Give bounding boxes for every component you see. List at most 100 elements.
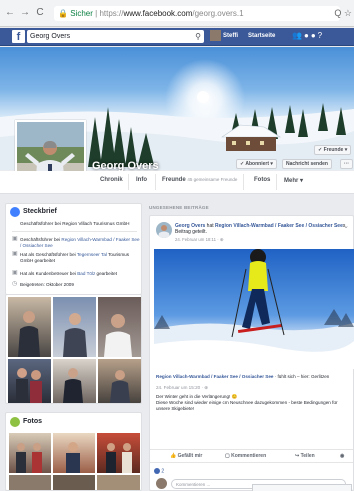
chat-bar[interactable] xyxy=(252,484,352,491)
search-icon[interactable]: ⚲ xyxy=(195,30,201,43)
joined-text: Beigetreten: Oktober 2009 xyxy=(20,282,74,287)
like-count-icon xyxy=(154,468,160,474)
featured-photo[interactable] xyxy=(8,297,51,357)
photo-thumbnail[interactable] xyxy=(53,433,95,473)
send-message-button[interactable]: Nachricht senden xyxy=(282,159,332,169)
shared-post-image[interactable] xyxy=(154,249,354,369)
post-actions: 👍 Gefällt mir ▢ Kommentieren ↪ Teilen ◉ xyxy=(150,449,353,463)
tab-info[interactable]: Info xyxy=(136,177,147,183)
intro-icon xyxy=(10,207,20,217)
briefcase-icon: ▣ xyxy=(12,251,18,257)
post-header: Georg Overs hat Region Villach-Warmbad /… xyxy=(175,223,350,235)
messages-icon[interactable]: ● xyxy=(304,31,311,40)
joined-item: ◷ Beigetreten: Oktober 2009 xyxy=(12,281,142,288)
briefcase-icon: ▣ xyxy=(12,236,18,242)
photo-thumbnail[interactable] xyxy=(53,475,95,490)
profile-shortcut[interactable]: Steffi xyxy=(210,30,238,43)
url-scheme: https:// xyxy=(99,9,124,18)
avatar xyxy=(156,478,167,489)
more-options-button[interactable]: ··· xyxy=(340,159,353,169)
post-page-link[interactable]: Region Villach-Warmbad / Faaker See / Os… xyxy=(215,223,343,229)
comment-icon: ▢ xyxy=(225,453,230,459)
friend-requests-icon[interactable]: 👥 xyxy=(292,31,304,40)
featured-photo[interactable] xyxy=(53,359,96,403)
work-item: ▣ Hat als Kundenbetreuer bei Bad Tölz ge… xyxy=(12,270,142,277)
profile-tabs: Chronik Info Freunde 45 gemeinsame Freun… xyxy=(0,171,354,194)
user-name: Steffi xyxy=(223,33,238,40)
intro-summary: Geschäftsführer bei Region Villach Touri… xyxy=(20,221,130,226)
work-item: ▣ Geschäftsführer bei Region Villach-War… xyxy=(12,236,142,248)
featured-photo[interactable] xyxy=(98,297,141,357)
share-label: Teilen xyxy=(300,453,315,459)
featured-photo[interactable] xyxy=(53,297,96,357)
photo-thumbnail[interactable] xyxy=(9,475,51,490)
intro-card: Steckbrief Geschäftsführer bei Region Vi… xyxy=(5,203,142,295)
photos-title[interactable]: Fotos xyxy=(23,418,42,425)
avatar xyxy=(210,30,221,41)
home-link[interactable]: Startseite xyxy=(248,30,275,43)
comment-label: Kommentieren xyxy=(231,453,267,459)
section-label: UNGESEHENE BEITRÄGE xyxy=(149,205,209,210)
tab-friends[interactable]: Freunde 45 gemeinsame Freunde xyxy=(162,177,237,183)
facebook-logo-icon[interactable]: f xyxy=(12,30,25,43)
work-text: Geschäftsführer bei xyxy=(20,237,62,242)
notification-icons[interactable]: 👥●●? xyxy=(292,31,324,40)
shared-timestamp[interactable]: 24. Februar um 15:20 · ⊕ xyxy=(156,385,351,391)
shared-source: Region Villach-Warmbad / Faaker See / Os… xyxy=(156,374,351,380)
shared-location: · fühlt sich – hier: Gerlitzen xyxy=(273,374,330,379)
reload-button[interactable]: C xyxy=(35,8,45,18)
address-bar[interactable]: 🔒 Sicher | https://www.facebook.com/geor… xyxy=(54,6,340,21)
likes-summary[interactable]: 2 xyxy=(154,468,164,474)
skier-photo xyxy=(154,249,354,369)
featured-photo[interactable] xyxy=(98,359,141,403)
work-text: Hat als Kundenbetreuer bei xyxy=(20,271,78,276)
photos-icon xyxy=(10,417,20,427)
search-input[interactable]: Georg Overs ⚲ xyxy=(27,30,204,43)
notifications-icon[interactable]: ● xyxy=(311,31,318,40)
shared-text: Der Winter geht in die Verlängerung! 😊 xyxy=(156,394,238,399)
work-text-post: gearbeitet xyxy=(95,271,117,276)
featured-photo[interactable] xyxy=(8,359,51,403)
back-button[interactable]: ← xyxy=(5,8,15,18)
post-options-icon[interactable]: ⌄ xyxy=(343,222,349,230)
feed-post: Georg Overs hat Region Villach-Warmbad /… xyxy=(149,215,354,491)
tab-friends-label: Freunde xyxy=(162,177,186,183)
photo-thumbnail[interactable] xyxy=(97,433,140,473)
work-link[interactable]: Tegernseer Tal xyxy=(77,252,107,257)
friends-button[interactable]: ✓ Freunde ▾ xyxy=(314,145,352,155)
photo-thumbnail[interactable] xyxy=(97,475,140,490)
help-icon[interactable]: ? xyxy=(318,31,324,40)
like-label: Gefällt mir xyxy=(177,453,203,459)
photo-thumbnail[interactable] xyxy=(9,433,51,473)
post-timestamp[interactable]: 24. Februar um 18:11 · ⊕ xyxy=(175,237,223,243)
tab-timeline[interactable]: Chronik xyxy=(100,177,123,183)
secure-label: Sicher xyxy=(70,9,93,18)
intro-title: Steckbrief xyxy=(23,208,57,215)
search-value: Georg Overs xyxy=(30,33,71,40)
lock-icon: 🔒 xyxy=(58,9,68,18)
facebook-topbar: f Georg Overs ⚲ Steffi Startseite 👥●●? xyxy=(0,28,354,46)
browser-actions[interactable]: Q ☆ xyxy=(334,8,352,19)
comment-button[interactable]: ▢ Kommentieren xyxy=(225,453,266,459)
likes-count: 2 xyxy=(161,468,165,475)
shared-text-2: Diese Woche sind wieder einige cm Neusch… xyxy=(156,400,338,411)
forward-button[interactable]: → xyxy=(20,8,30,18)
like-icon: 👍 xyxy=(170,453,177,459)
clock-icon: ◷ xyxy=(12,281,18,287)
like-button[interactable]: 👍 Gefällt mir xyxy=(170,453,202,459)
share-icon: ↪ xyxy=(295,453,300,459)
work-link[interactable]: Bad Tölz xyxy=(77,271,95,276)
photos-card: Fotos xyxy=(5,412,142,491)
subscribed-button[interactable]: ✓ Abonniert ▾ xyxy=(236,159,277,169)
browser-toolbar: ← → C 🔒 Sicher | https://www.facebook.co… xyxy=(0,0,354,27)
url-host: www.facebook.com xyxy=(123,9,193,18)
url-path: /georg.overs.1 xyxy=(192,9,244,18)
work-text: Hat als Geschäftsführer bei xyxy=(20,252,77,257)
briefcase-icon: ▣ xyxy=(12,270,18,276)
tab-more[interactable]: Mehr ▾ xyxy=(284,177,303,184)
shared-page-link[interactable]: Region Villach-Warmbad / Faaker See / Os… xyxy=(156,374,273,379)
tab-photos[interactable]: Fotos xyxy=(254,177,270,183)
avatar[interactable] xyxy=(156,222,172,238)
share-button[interactable]: ↪ Teilen xyxy=(295,453,315,459)
audience-icon[interactable]: ◉ xyxy=(340,453,344,459)
